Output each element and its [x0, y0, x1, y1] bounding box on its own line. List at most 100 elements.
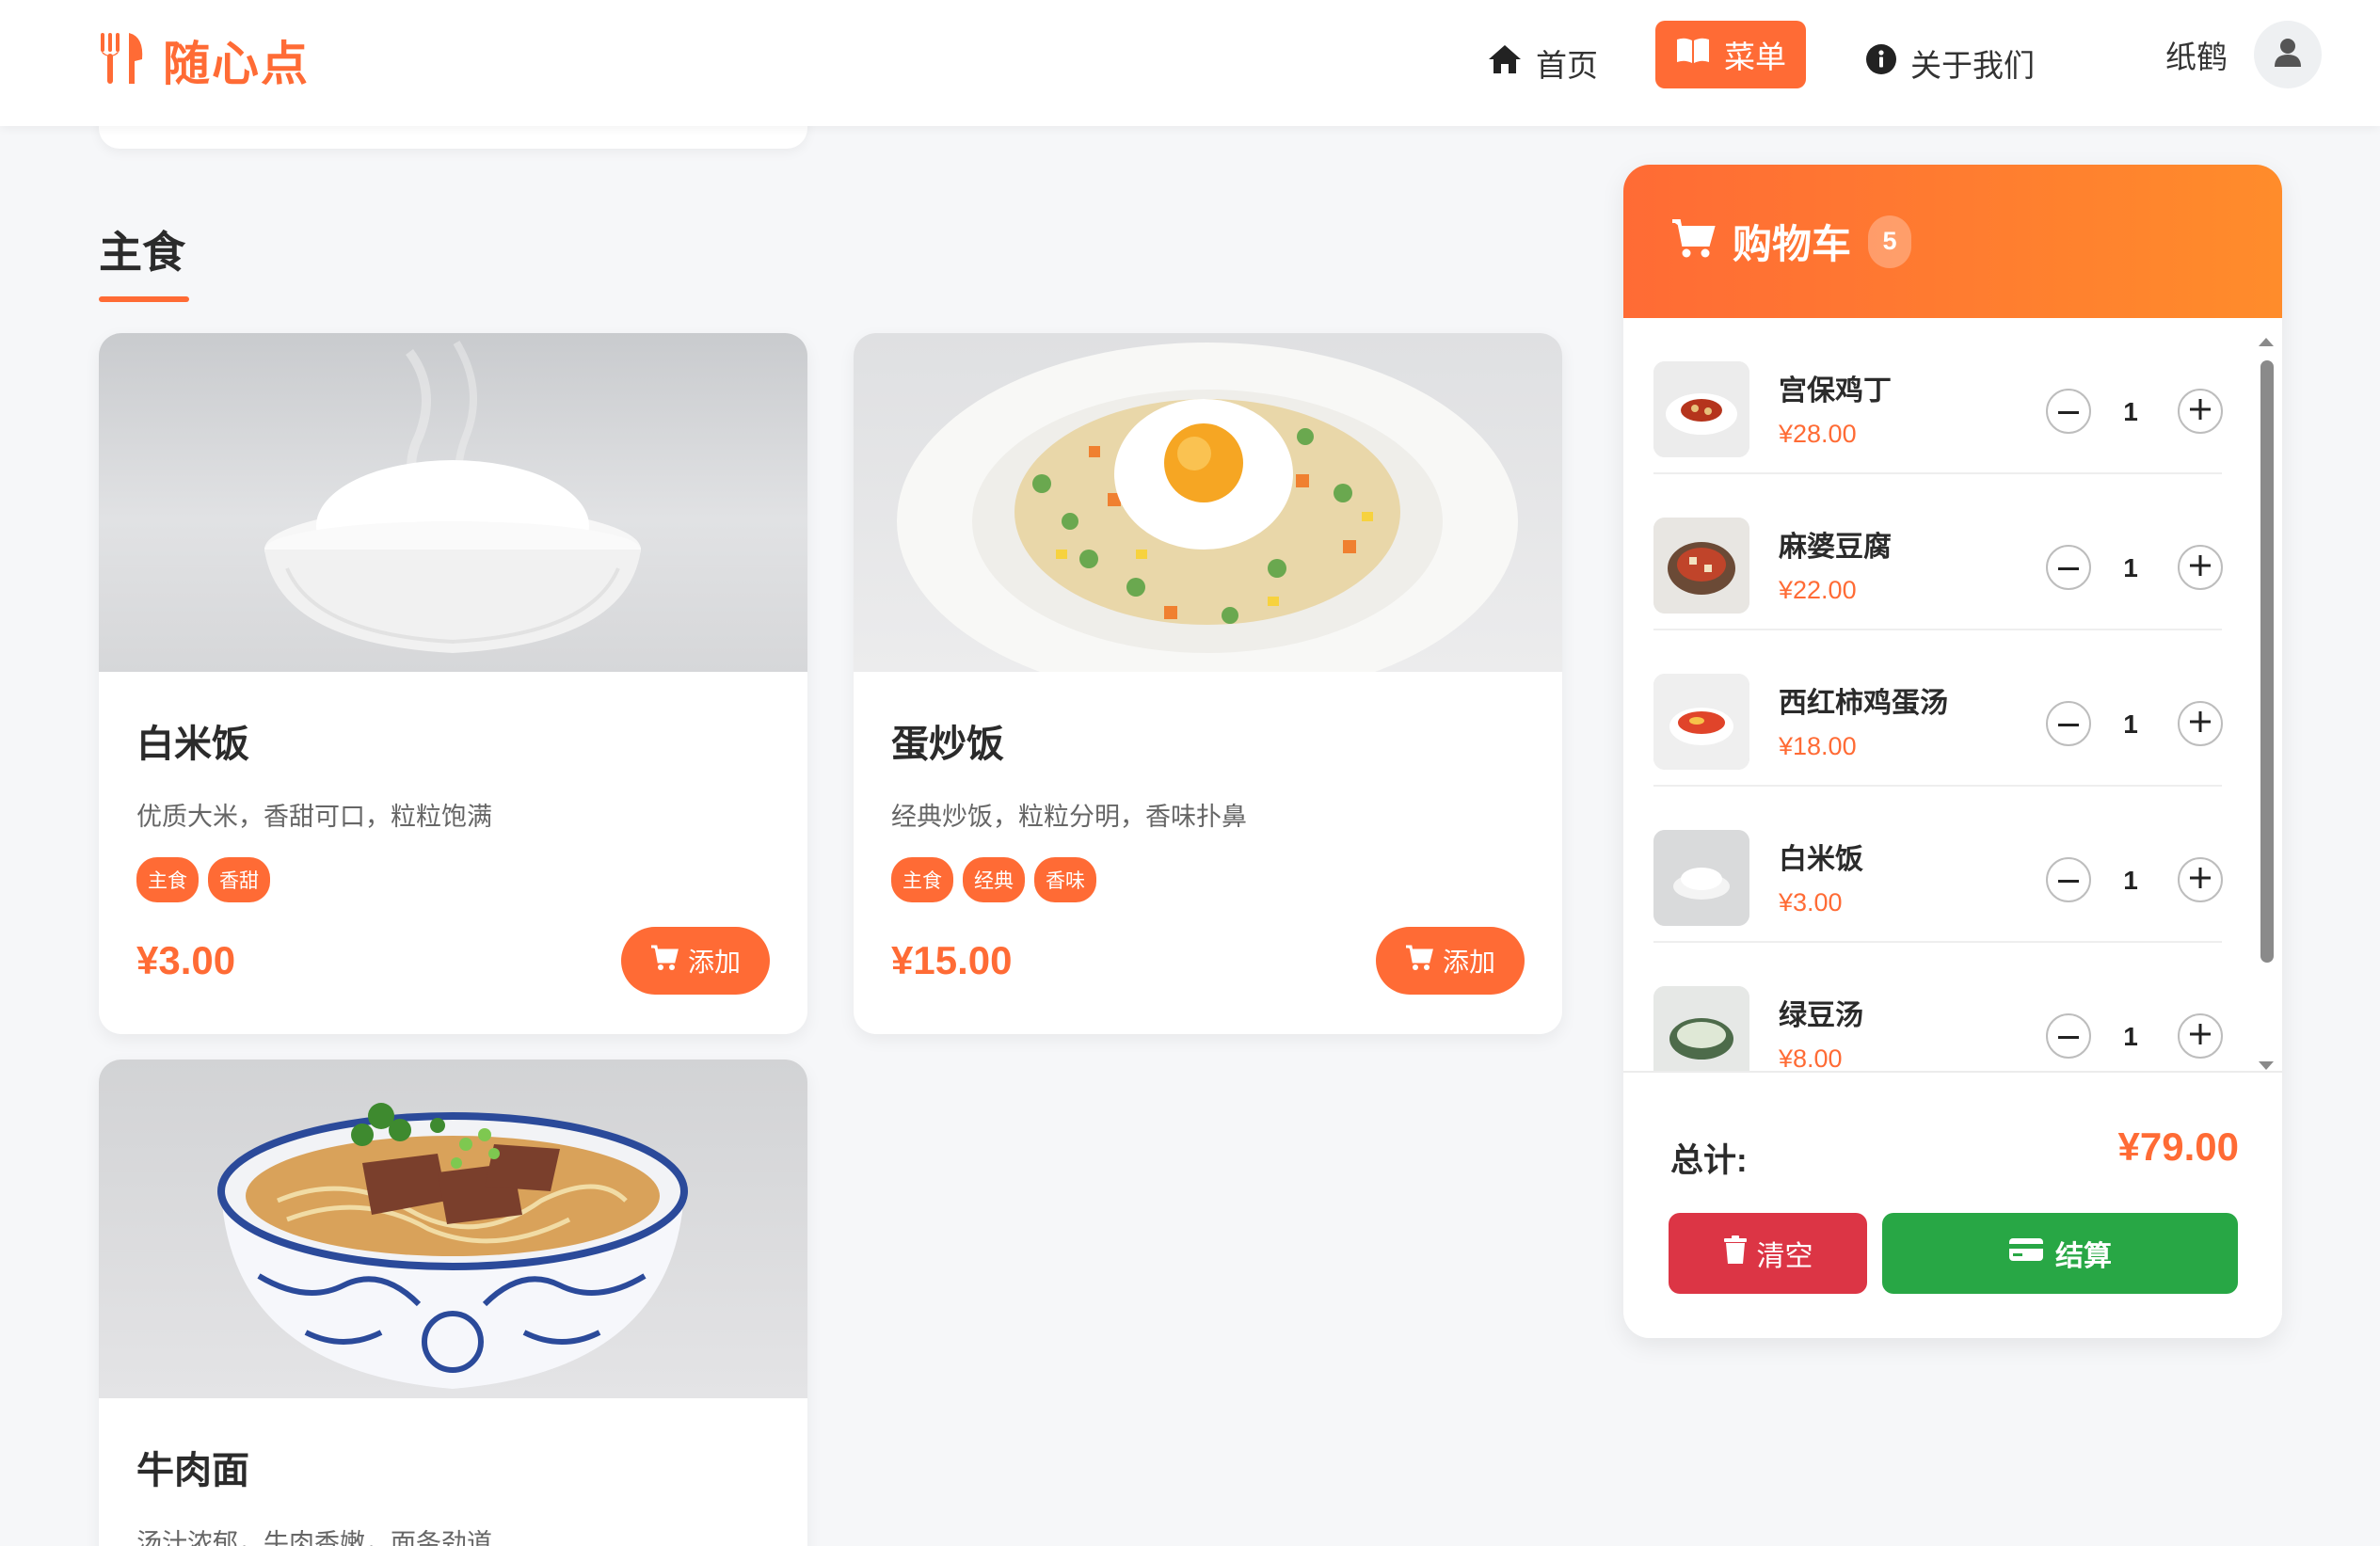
- dish-name: 蛋炒饭: [891, 724, 1004, 765]
- dish-card: 蛋炒饭 经典炒饭，粒粒分明，香味扑鼻 主食 经典 香味 ¥15.00 添加: [854, 333, 1562, 1034]
- plus-icon: [2190, 554, 2211, 581]
- credit-card-icon: [2008, 1236, 2044, 1270]
- cart-item-qty: 1: [2123, 1022, 2138, 1051]
- cart-icon: [1670, 218, 1716, 264]
- cart-icon: [650, 945, 679, 978]
- cart-item-qty: 1: [2123, 553, 2138, 582]
- minus-icon: [2058, 715, 2079, 732]
- plus-icon: [2190, 1023, 2211, 1049]
- cart-item-qty: 1: [2123, 709, 2138, 739]
- cart-scrollbar[interactable]: [2256, 332, 2276, 1076]
- plus-icon: [2190, 710, 2211, 737]
- decrease-qty-button[interactable]: [2046, 857, 2091, 902]
- increase-qty-button[interactable]: [2178, 857, 2223, 902]
- cart-item: 宫保鸡丁 ¥28.00 1: [1653, 318, 2223, 474]
- username: 纸鹤: [2165, 40, 2228, 74]
- cart-item-price: ¥22.00: [1779, 576, 1857, 604]
- cart-item: 麻婆豆腐 ¥22.00 1: [1653, 474, 2223, 630]
- brand-logo[interactable]: 随心点: [97, 26, 310, 94]
- cart-item-name: 宫保鸡丁: [1779, 375, 1892, 406]
- section-underline: [99, 296, 189, 302]
- increase-qty-button[interactable]: [2178, 1013, 2223, 1059]
- increase-qty-button[interactable]: [2178, 545, 2223, 590]
- increase-qty-button[interactable]: [2178, 389, 2223, 434]
- minus-icon: [2058, 559, 2079, 576]
- dish-desc: 优质大米，香甜可口，粒粒饱满: [136, 803, 492, 831]
- plus-icon: [2190, 867, 2211, 893]
- decrease-qty-button[interactable]: [2046, 545, 2091, 590]
- cart-item-name: 麻婆豆腐: [1779, 532, 1892, 563]
- decrease-qty-button[interactable]: [2046, 1013, 2091, 1059]
- minus-icon: [2058, 1028, 2079, 1044]
- cart-item-qty: 1: [2123, 866, 2138, 895]
- cart-item-image: [1653, 674, 1749, 770]
- top-nav-bar: 随心点 首页 菜单 关于我们 纸鹤: [0, 0, 2380, 126]
- add-label: 添加: [1442, 948, 1495, 977]
- cart-header: 购物车 5: [1623, 165, 2282, 318]
- increase-qty-button[interactable]: [2178, 701, 2223, 746]
- utensils-icon: [97, 31, 146, 90]
- total-row: 总计: ¥79.00: [1670, 1124, 2239, 1181]
- cart-count-badge: 5: [1868, 215, 1912, 268]
- nav-about-label: 关于我们: [1910, 48, 2035, 83]
- section-title: 主食: [99, 228, 185, 277]
- tag: 主食: [136, 857, 199, 902]
- dish-card: 牛肉面 汤汁浓郁，牛肉香嫩，面条劲道: [99, 1060, 807, 1546]
- total-amount: ¥79.00: [2117, 1124, 2239, 1169]
- dish-name: 白米饭: [136, 724, 249, 765]
- cart-item: 西红柿鸡蛋汤 ¥18.00 1: [1653, 630, 2223, 787]
- total-label: 总计:: [1670, 1142, 1748, 1179]
- footer-divider: [1623, 1071, 2282, 1073]
- cart-item-image: [1653, 986, 1749, 1082]
- cart-item: 白米饭 ¥3.00 1: [1653, 787, 2223, 943]
- add-label: 添加: [687, 948, 741, 977]
- tag-list: 主食 香甜: [136, 857, 770, 902]
- cart-item-price: ¥8.00: [1779, 1044, 1843, 1073]
- cart-item-qty: 1: [2123, 397, 2138, 426]
- scroll-thumb[interactable]: [2260, 360, 2274, 963]
- decrease-qty-button[interactable]: [2046, 389, 2091, 434]
- cart-footer: [1623, 1073, 2282, 1338]
- clear-label: 清空: [1756, 1241, 1813, 1272]
- checkout-button[interactable]: 结算: [1882, 1213, 2238, 1294]
- trash-icon: [1723, 1235, 1748, 1271]
- nav-about[interactable]: 关于我们: [1846, 29, 2053, 97]
- clear-cart-button[interactable]: 清空: [1669, 1213, 1867, 1294]
- dish-price: ¥3.00: [136, 938, 236, 982]
- cart-item-name: 西红柿鸡蛋汤: [1779, 688, 1948, 719]
- user-menu[interactable]: 纸鹤: [2165, 21, 2322, 88]
- nav-menu[interactable]: 菜单: [1655, 21, 1806, 88]
- dish-name: 牛肉面: [136, 1450, 249, 1491]
- cart-item-price: ¥18.00: [1779, 732, 1857, 760]
- brand-title: 随心点: [163, 38, 310, 90]
- dish-image: [99, 333, 807, 672]
- dish-image: [99, 1060, 807, 1398]
- dish-card: 白米饭 优质大米，香甜可口，粒粒饱满 主食 香甜 ¥3.00 添加: [99, 333, 807, 1034]
- home-icon: [1487, 43, 1523, 83]
- cart-item-image: [1653, 361, 1749, 457]
- cart-icon: [1405, 945, 1433, 978]
- user-icon: [2274, 38, 2302, 72]
- cart-title: 购物车: [1733, 222, 1852, 266]
- decrease-qty-button[interactable]: [2046, 701, 2091, 746]
- nav-home[interactable]: 首页: [1468, 29, 1617, 97]
- cart-item-name: 绿豆汤: [1779, 1000, 1863, 1031]
- info-icon: [1865, 43, 1897, 83]
- tag: 香味: [1034, 857, 1096, 902]
- minus-icon: [2058, 871, 2079, 888]
- avatar[interactable]: [2254, 21, 2322, 88]
- book-icon: [1675, 37, 1711, 72]
- checkout-label: 结算: [2055, 1241, 2112, 1272]
- tag: 香甜: [208, 857, 270, 902]
- cart-item-price: ¥28.00: [1779, 420, 1857, 448]
- nav-home-label: 首页: [1536, 48, 1598, 83]
- cart-item-image: [1653, 518, 1749, 614]
- dish-desc: 汤汁浓郁，牛肉香嫩，面条劲道: [136, 1529, 492, 1546]
- minus-icon: [2058, 403, 2079, 420]
- dish-desc: 经典炒饭，粒粒分明，香味扑鼻: [891, 803, 1247, 831]
- add-to-cart-button[interactable]: 添加: [1376, 927, 1525, 995]
- dish-image: [854, 333, 1562, 672]
- dish-price: ¥15.00: [891, 938, 1013, 982]
- cart-item-price: ¥3.00: [1779, 888, 1843, 916]
- add-to-cart-button[interactable]: 添加: [621, 927, 770, 995]
